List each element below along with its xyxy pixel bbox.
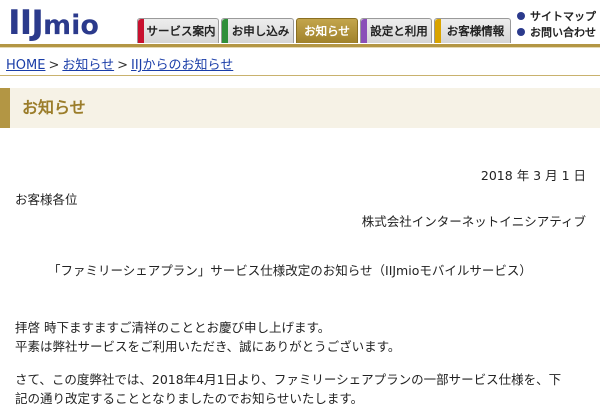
tab-service-info[interactable]: サービス案内 — [137, 18, 219, 43]
breadcrumb-iij-news-link[interactable]: IIJからのお知らせ — [131, 58, 233, 73]
iijmio-logo[interactable]: IIJmio — [8, 3, 99, 46]
breadcrumb-divider — [0, 75, 600, 76]
title-accent-bar — [0, 88, 10, 128]
letter-recipient: お客様各位 — [15, 192, 78, 207]
utility-links: サイトマップ お問い合わせ — [517, 9, 596, 41]
breadcrumb-home-link[interactable]: HOME — [6, 58, 45, 73]
site-header: IIJmio サービス案内 お申し込み お知らせ 設定と利用 お客様情報 サイト… — [0, 0, 600, 44]
letter-subject: 「ファミリーシェアプラン」サービス仕様改定のお知らせ（IIJmioモバイルサービ… — [48, 263, 532, 278]
bullet-icon — [517, 12, 525, 20]
letter-date: 2018 年 3 月 1 日 — [480, 168, 586, 183]
tab-settings-usage[interactable]: 設定と利用 — [360, 18, 432, 43]
tab-accent — [222, 19, 228, 43]
header-divider-shadow — [0, 47, 600, 48]
bullet-icon — [517, 28, 525, 36]
tab-customer-info[interactable]: お客様情報 — [434, 18, 511, 43]
tab-news[interactable]: お知らせ — [296, 18, 358, 43]
letter-sender: 株式会社インターネットイニシアティブ — [361, 214, 586, 229]
tab-accent — [361, 19, 367, 43]
page-title: お知らせ — [22, 98, 86, 117]
body-line-2: 記の通り改定することとなりましたのでお知らせいたします。 — [15, 391, 364, 406]
greeting-line-1: 拝啓 時下ますますご清祥のこととお慶び申し上げます。 — [15, 320, 331, 335]
tab-accent — [138, 19, 144, 43]
tab-apply[interactable]: お申し込み — [221, 18, 294, 43]
contact-link[interactable]: お問い合わせ — [517, 25, 596, 41]
section-title-bar: お知らせ — [0, 88, 600, 128]
breadcrumb-news-link[interactable]: お知らせ — [62, 58, 114, 73]
sitemap-link[interactable]: サイトマップ — [517, 9, 596, 25]
breadcrumb: HOME > お知らせ > IIJからのお知らせ — [6, 58, 234, 73]
greeting-line-2: 平素は弊社サービスをご利用いただき、誠にありがとうございます。 — [15, 339, 401, 354]
tab-accent — [435, 19, 441, 43]
body-line-1: さて、この度弊社では、2018年4月1日より、ファミリーシェアプランの一部サービ… — [15, 372, 562, 387]
